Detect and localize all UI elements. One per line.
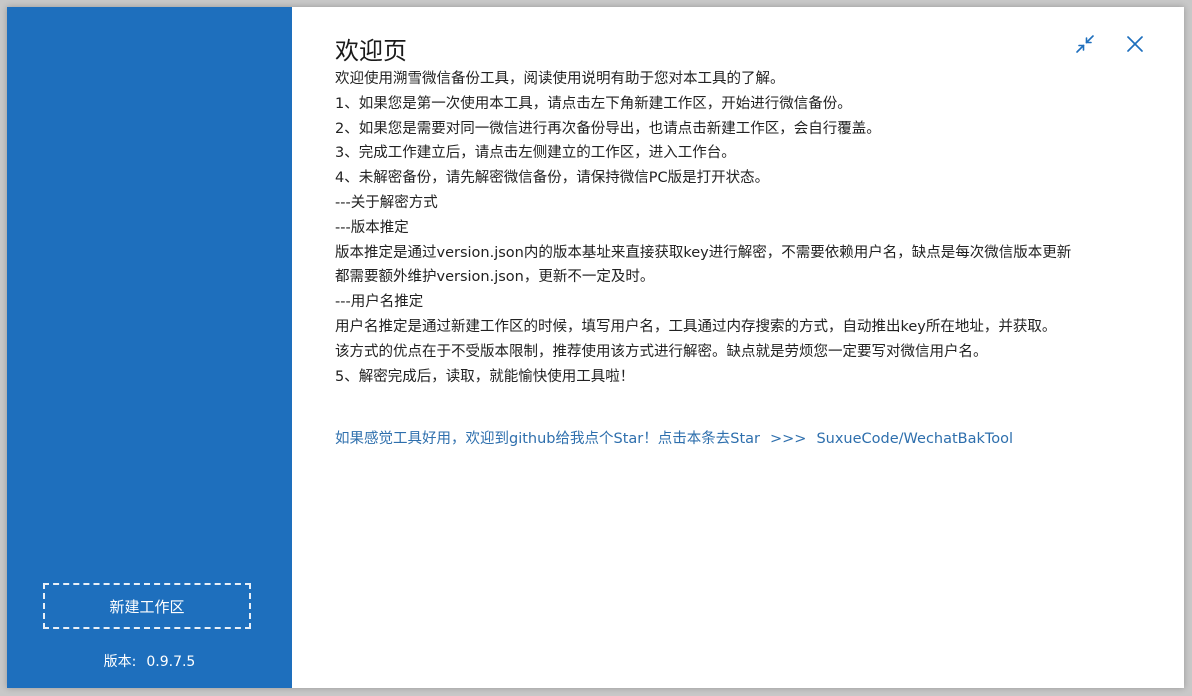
version-info: 版本: 0.9.7.5 — [7, 651, 292, 671]
close-x-icon — [1126, 35, 1144, 53]
sidebar: 新建工作区 版本: 0.9.7.5 — [7, 7, 292, 688]
instruction-line: 用户名推定是通过新建工作区的时候，填写用户名，工具通过内存搜索的方式，自动推出k… — [335, 318, 1057, 335]
instruction-line: 欢迎使用溯雪微信备份工具，阅读使用说明有助于您对本工具的了解。 — [335, 71, 785, 87]
collapse-button[interactable] — [1074, 33, 1096, 55]
instruction-line: 2、如果您是需要对同一微信进行再次备份导出，也请点击新建工作区，会自行覆盖。 — [335, 120, 881, 137]
instruction-line: ---用户名推定 — [335, 294, 424, 311]
instructions-text: 欢迎使用溯雪微信备份工具，阅读使用说明有助于您对本工具的了解。 1、如果您是第一… — [335, 67, 1115, 389]
welcome-panel: 欢迎页 欢迎使用溯雪微信备份工具，阅读使用说明有助于您对本工具的了解。 1、如果… — [292, 7, 1184, 688]
close-button[interactable] — [1124, 33, 1146, 55]
instruction-line: ---关于解密方式 — [335, 194, 438, 211]
instruction-line: 4、未解密备份，请先解密微信备份，请保持微信PC版是打开状态。 — [335, 170, 770, 187]
new-workspace-button[interactable]: 新建工作区 — [43, 583, 251, 629]
instruction-line: 1、如果您是第一次使用本工具，请点击左下角新建工作区，开始进行微信备份。 — [335, 95, 852, 112]
app-window: 新建工作区 版本: 0.9.7.5 欢迎页 欢迎使用溯雪微信备份工具，阅读使用说… — [7, 7, 1184, 688]
star-link-arrow: >>> — [769, 431, 807, 447]
version-label: 版本: — [103, 654, 137, 670]
page-title: 欢迎页 — [335, 37, 407, 65]
instruction-line: 5、解密完成后，读取，就能愉快使用工具啦！ — [335, 368, 635, 385]
instruction-line: 版本推定是通过version.json内的版本基址来直接获取key进行解密，不需… — [335, 244, 1072, 261]
star-link-repo: SuxueCode/WechatBakTool — [816, 431, 1014, 447]
collapse-arrows-icon — [1075, 34, 1095, 54]
star-link-text: 如果感觉工具好用，欢迎到github给我点个Star！点击本条去Star — [335, 431, 760, 447]
version-value: 0.9.7.5 — [146, 654, 196, 670]
github-star-link[interactable]: 如果感觉工具好用，欢迎到github给我点个Star！点击本条去Star >>> S… — [335, 427, 1013, 448]
instruction-line: 3、完成工作建立后，请点击左侧建立的工作区，进入工作台。 — [335, 145, 736, 162]
instruction-line: ---版本推定 — [335, 219, 409, 236]
instruction-line: 都需要额外维护version.json，更新不一定及时。 — [335, 269, 655, 286]
instruction-line: 该方式的优点在于不受版本限制，推荐使用该方式进行解密。缺点就是劳烦您一定要写对微… — [335, 343, 988, 360]
